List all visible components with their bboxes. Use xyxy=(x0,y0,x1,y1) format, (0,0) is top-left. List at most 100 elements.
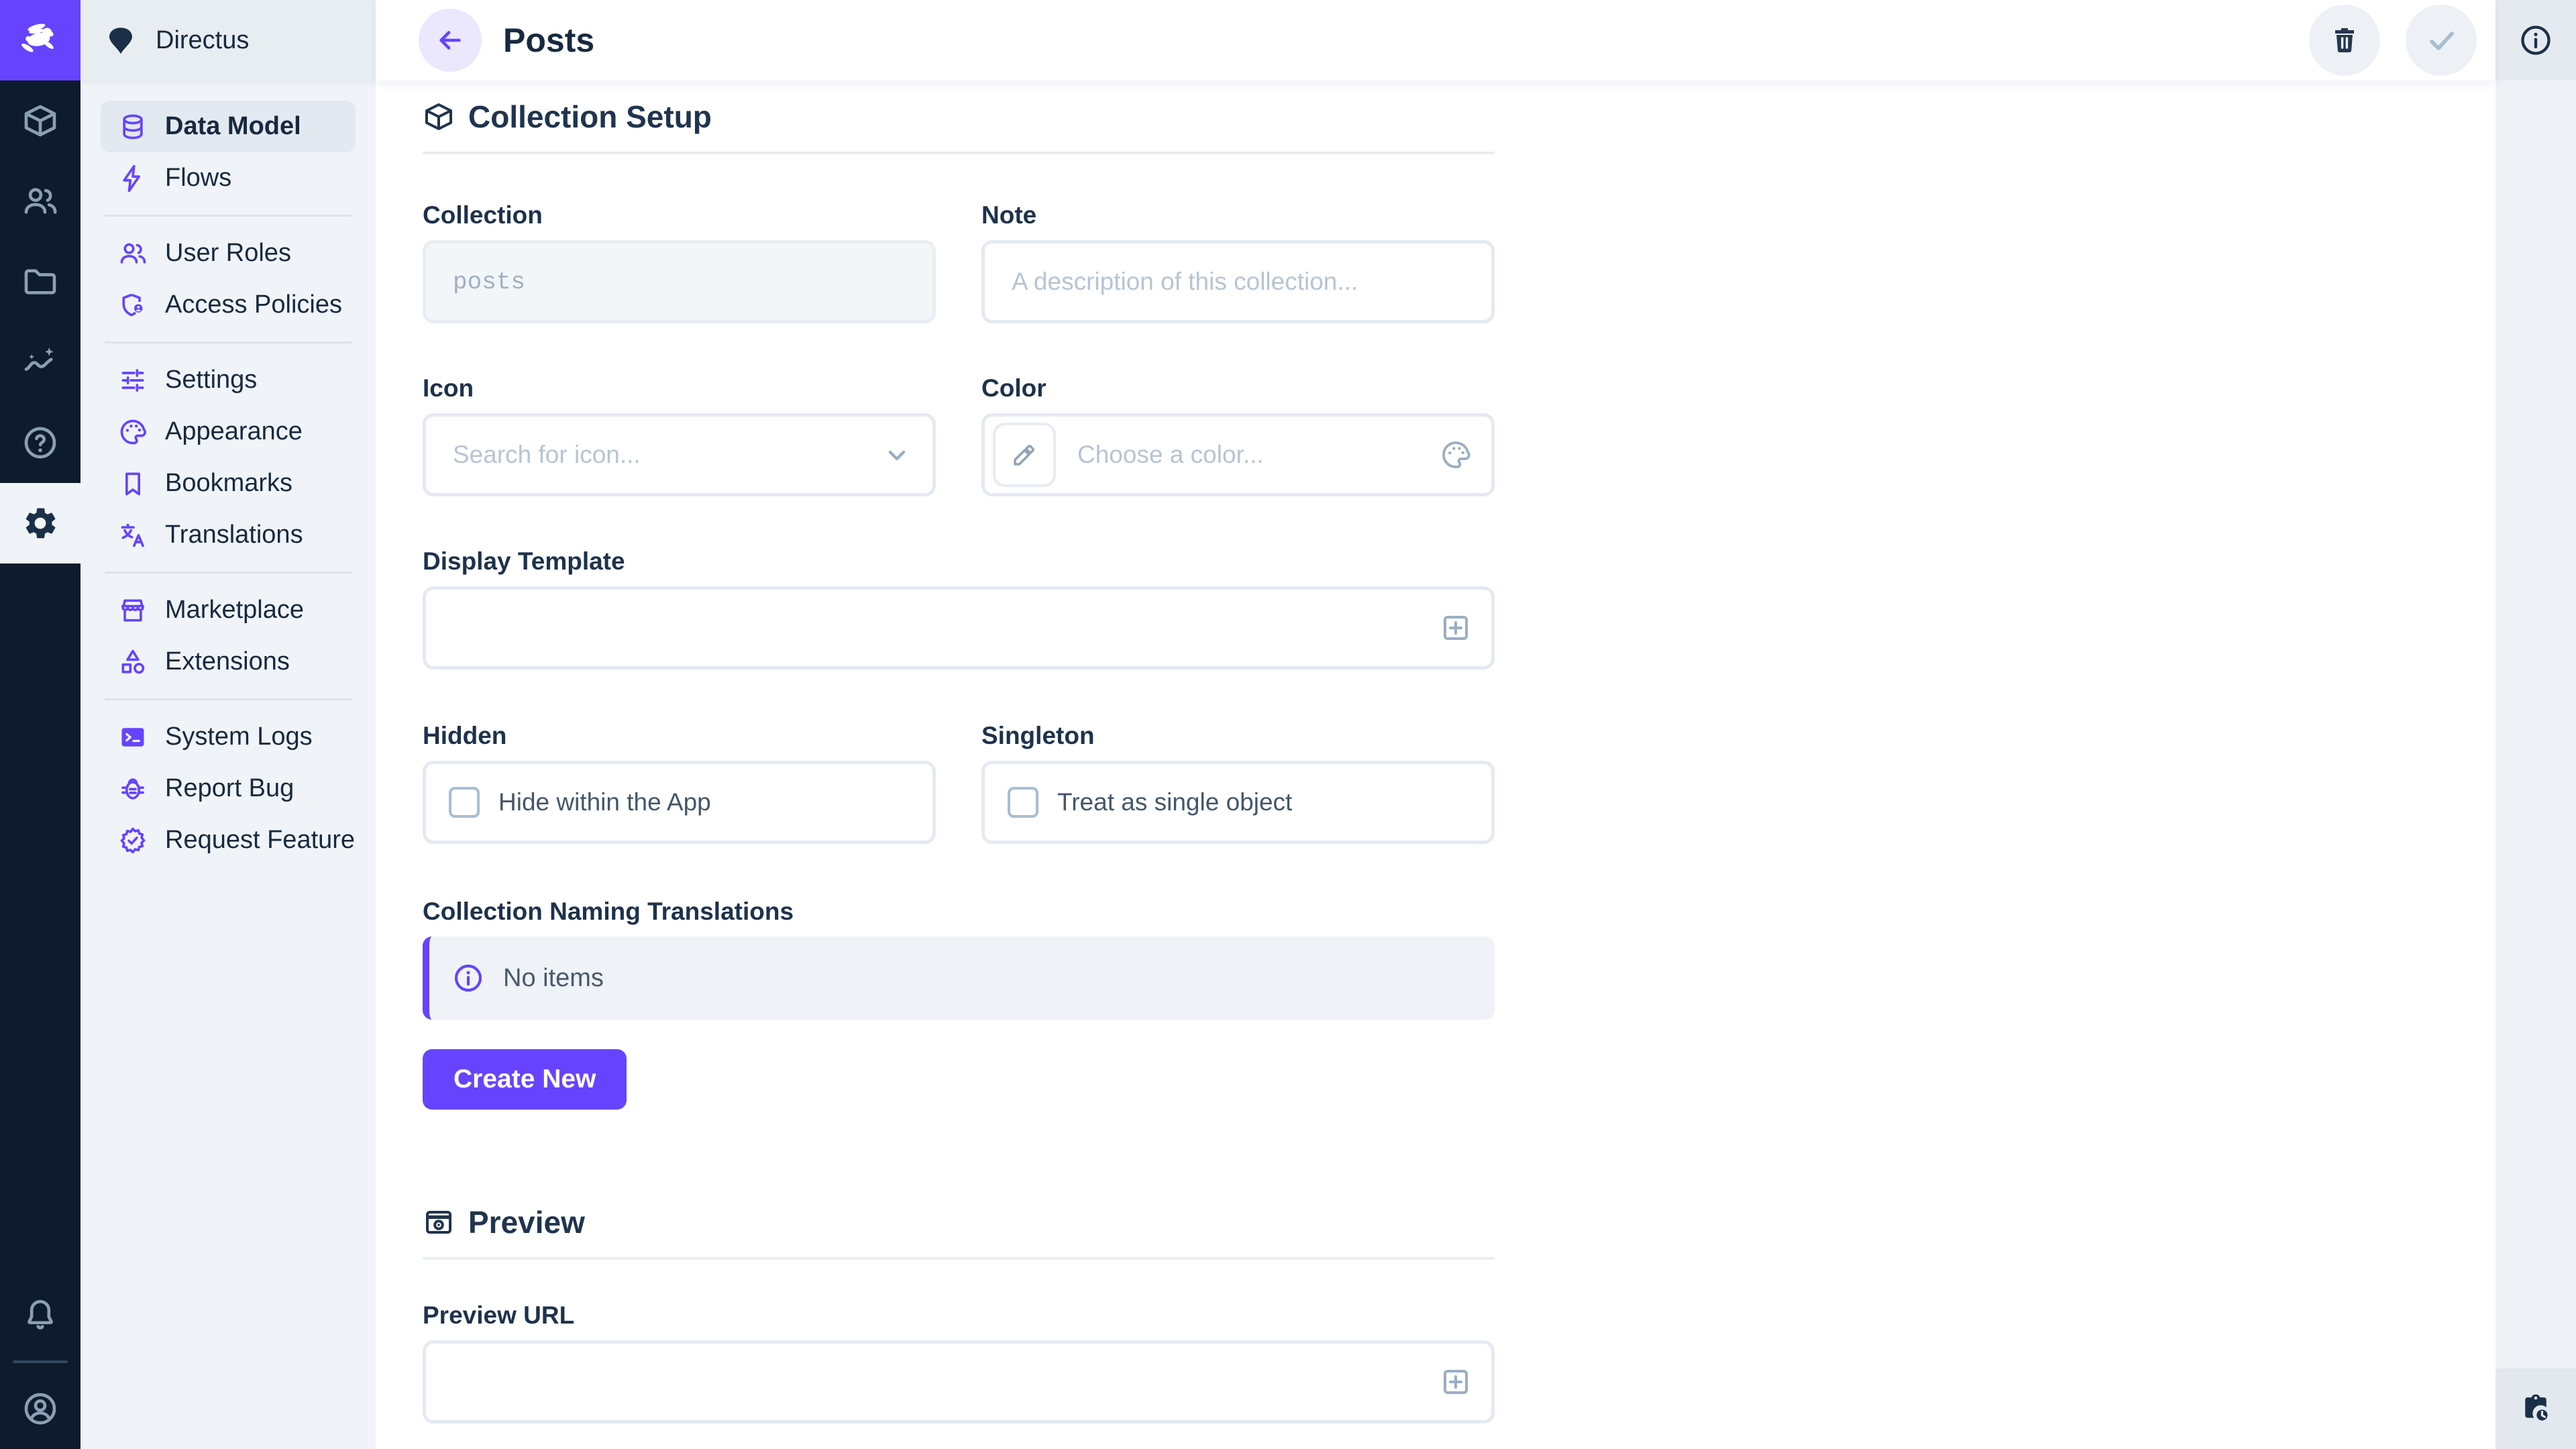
empty-list-notice: No items xyxy=(423,936,1495,1020)
singleton-checkbox[interactable] xyxy=(1008,787,1038,818)
shapes-icon xyxy=(118,647,148,677)
sidebar-item-translations[interactable]: Translations xyxy=(101,509,356,561)
sidebar-item-appearance[interactable]: Appearance xyxy=(101,406,356,458)
sidebar-nav: Data Model Flows User Roles Access Polic… xyxy=(80,80,376,866)
directus-logo[interactable] xyxy=(0,0,80,80)
module-docs[interactable] xyxy=(0,402,80,483)
icon-field: Icon xyxy=(423,376,936,496)
field-label: Color xyxy=(981,376,1495,400)
preview-heading: Preview xyxy=(423,1202,1495,1242)
section-title: Preview xyxy=(468,1204,585,1240)
color-field: Color xyxy=(981,376,1495,496)
verified-badge-icon xyxy=(118,826,148,855)
project-name: Directus xyxy=(156,26,249,55)
note-input[interactable] xyxy=(981,240,1495,323)
notifications-button[interactable] xyxy=(0,1275,80,1355)
settings-sidebar: Directus Data Model Flows User Roles Acc… xyxy=(80,0,376,1449)
user-menu-button[interactable] xyxy=(0,1368,80,1449)
page-header: Posts xyxy=(376,0,2496,80)
sidebar-item-report-bug[interactable]: Report Bug xyxy=(101,763,356,814)
user-group-icon xyxy=(118,239,148,268)
add-field-icon[interactable] xyxy=(1440,612,1472,644)
module-bar-spacer xyxy=(0,564,80,1275)
sidebar-item-bookmarks[interactable]: Bookmarks xyxy=(101,458,356,509)
note-field: Note xyxy=(981,203,1495,323)
module-insights[interactable] xyxy=(0,322,80,402)
singleton-checkbox-field: Treat as single object xyxy=(981,761,1495,844)
sidebar-item-user-roles[interactable]: User Roles xyxy=(101,227,356,279)
module-content[interactable] xyxy=(0,80,80,161)
display-template-input[interactable] xyxy=(423,586,1495,669)
revisions-sidebar-button[interactable] xyxy=(2496,1368,2576,1449)
field-label: Note xyxy=(981,203,1495,227)
page-title: Posts xyxy=(503,21,594,60)
sidebar-item-access-policies[interactable]: Access Policies xyxy=(101,279,356,331)
hidden-checkbox-field: Hide within the App xyxy=(423,761,936,844)
checkbox-label: Treat as single object xyxy=(1057,788,1292,816)
database-icon xyxy=(118,112,148,142)
bolt-icon xyxy=(118,164,148,193)
collection-setup-heading: Collection Setup xyxy=(423,97,1495,137)
checkbox-label: Hide within the App xyxy=(498,788,711,816)
sidebar-item-system-logs[interactable]: System Logs xyxy=(101,711,356,763)
preview-url-input[interactable] xyxy=(423,1340,1495,1424)
collection-field: Collection xyxy=(423,203,936,323)
color-input[interactable] xyxy=(981,413,1495,496)
module-files[interactable] xyxy=(0,241,80,322)
sidebar-item-extensions[interactable]: Extensions xyxy=(101,636,356,688)
info-sidebar-button[interactable] xyxy=(2496,0,2576,80)
bug-icon xyxy=(118,774,148,804)
preview-url-field: Preview URL xyxy=(423,1303,1495,1424)
icon-search-input[interactable] xyxy=(423,413,936,496)
empty-text: No items xyxy=(503,964,604,993)
field-label: Icon xyxy=(423,376,936,400)
field-label: Collection Naming Translations xyxy=(423,899,1495,924)
field-label: Preview URL xyxy=(423,1303,1495,1328)
divider xyxy=(423,152,1495,154)
check-icon xyxy=(2425,24,2457,56)
sidebar-item-settings[interactable]: Settings xyxy=(101,354,356,406)
sidebar-item-data-model[interactable]: Data Model xyxy=(101,101,356,152)
create-new-button[interactable]: Create New xyxy=(423,1049,627,1110)
sidebar-item-flows[interactable]: Flows xyxy=(101,152,356,204)
preview-icon xyxy=(423,1206,455,1238)
chevron-down-icon[interactable] xyxy=(881,439,913,471)
module-settings[interactable] xyxy=(0,483,80,564)
sidebar-item-label: Access Policies xyxy=(165,290,342,319)
sidebar-item-label: Flows xyxy=(165,164,231,193)
sidebar-item-request-feature[interactable]: Request Feature xyxy=(101,814,356,866)
arrow-left-icon xyxy=(435,25,466,56)
project-header[interactable]: Directus xyxy=(80,0,376,80)
main-area: Posts Collection Setup Collection Note xyxy=(376,0,2496,1449)
sidebar-item-label: User Roles xyxy=(165,239,291,268)
save-button[interactable] xyxy=(2406,5,2477,76)
delete-collection-button[interactable] xyxy=(2309,5,2380,76)
divider xyxy=(13,1360,68,1363)
add-field-icon[interactable] xyxy=(1440,1366,1472,1398)
back-button[interactable] xyxy=(419,9,482,72)
project-logo-icon xyxy=(103,23,138,58)
hidden-field: Hidden Hide within the App xyxy=(423,723,936,844)
palette-icon[interactable] xyxy=(1440,439,1472,471)
account-circle-icon xyxy=(21,1390,59,1428)
divider xyxy=(105,698,352,700)
sidebar-item-label: Settings xyxy=(165,366,257,394)
rabbit-icon xyxy=(16,16,64,64)
module-bar xyxy=(0,0,80,1449)
folder-icon xyxy=(21,263,59,301)
divider xyxy=(423,1257,1495,1260)
section-title: Collection Setup xyxy=(468,99,712,135)
people-icon xyxy=(21,182,59,220)
sidebar-item-label: Extensions xyxy=(165,647,290,676)
box-icon xyxy=(21,102,59,140)
sidebar-item-marketplace[interactable]: Marketplace xyxy=(101,584,356,636)
eyedropper-icon xyxy=(1010,441,1038,469)
naming-translations-field: Collection Naming Translations No items … xyxy=(423,899,1495,1110)
module-users[interactable] xyxy=(0,161,80,241)
field-label: Singleton xyxy=(981,723,1495,748)
hidden-checkbox[interactable] xyxy=(449,787,480,818)
divider xyxy=(105,572,352,574)
color-swatch-button[interactable] xyxy=(993,423,1056,487)
shield-user-icon xyxy=(118,290,148,320)
info-icon xyxy=(2518,23,2553,58)
